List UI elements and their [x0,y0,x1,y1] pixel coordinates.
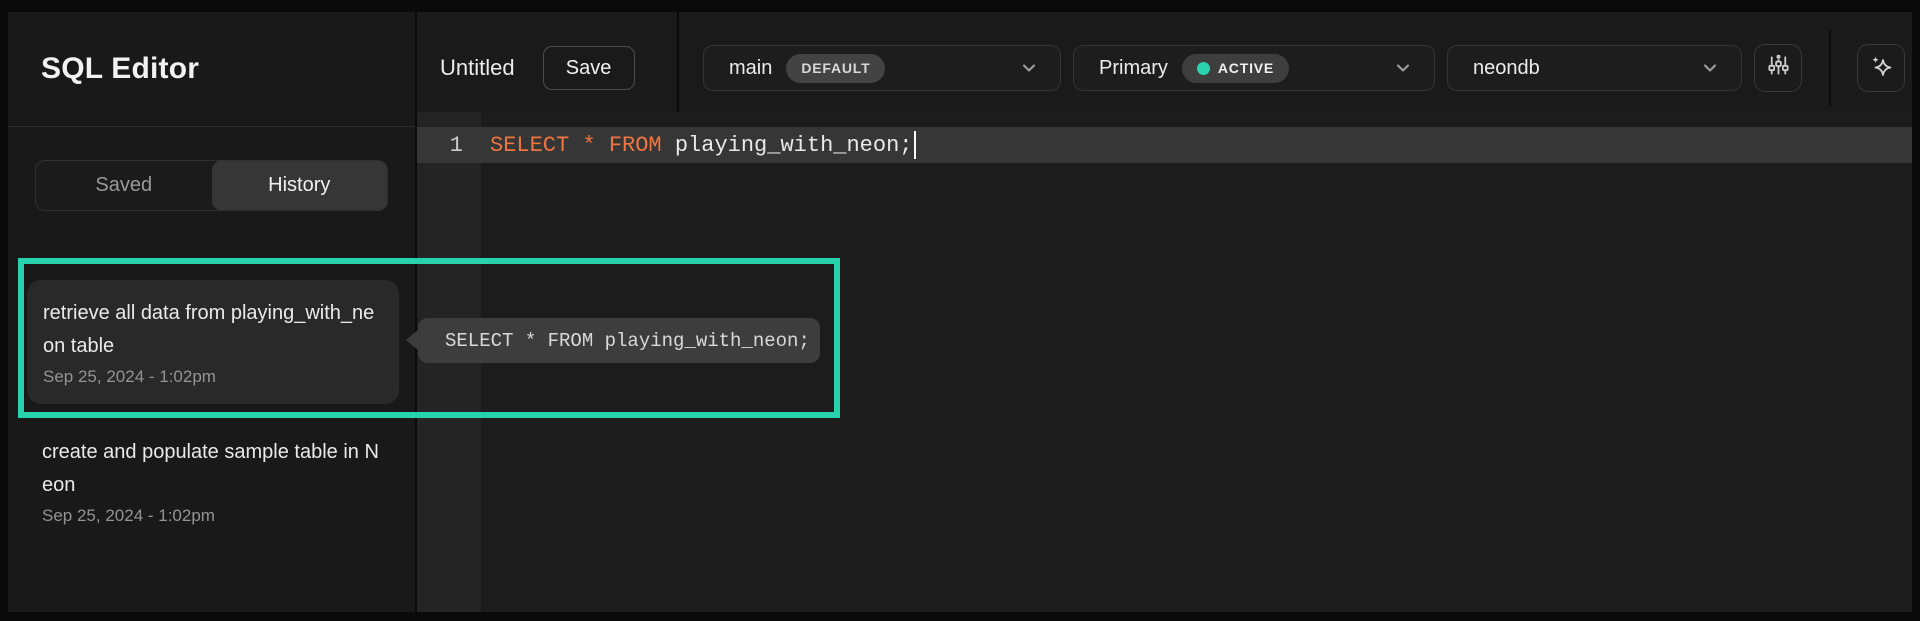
history-item-title: create and populate sample table in Neon [42,436,387,502]
line-number: 1 [417,133,481,158]
database-select-value: neondb [1473,57,1540,80]
chevron-down-icon [1394,59,1412,77]
query-preview-tooltip: SELECT * FROM playing_with_neon; [418,318,820,363]
chevron-down-icon [1020,59,1038,77]
database-select[interactable]: neondb [1447,45,1742,91]
default-badge: DEFAULT [786,54,885,83]
status-dot [1197,62,1210,75]
compute-select-value: Primary [1099,57,1168,80]
sql-keyword: FROM [609,133,675,158]
page-title: SQL Editor [41,52,199,86]
sliders-icon [1766,53,1791,83]
history-item-title: retrieve all data from playing_with_neon… [43,297,383,363]
tab-saved[interactable]: Saved [36,161,212,210]
history-item[interactable]: create and populate sample table in Neon… [42,436,387,526]
code-text: SELECT * FROM playing_with_neon; [490,131,916,159]
ai-assistant-button[interactable] [1857,44,1905,92]
branch-select[interactable]: main DEFAULT [703,45,1061,91]
sql-star: * [582,133,608,158]
history-item-timestamp: Sep 25, 2024 - 1:02pm [43,367,383,387]
history-item-selected[interactable]: retrieve all data from playing_with_neon… [27,280,399,404]
branch-select-value: main [729,57,772,80]
sparkle-icon [1868,53,1894,84]
sql-keyword: SELECT [490,133,582,158]
compute-select[interactable]: Primary ACTIVE [1073,45,1435,91]
sidebar: SQL Editor Saved History retrieve all da… [8,12,415,612]
sql-identifier: playing_with_neon; [675,133,913,158]
chevron-down-icon [1701,59,1719,77]
tab-history[interactable]: History [212,161,388,210]
code-line-1: 1 SELECT * FROM playing_with_neon; [417,127,1912,163]
document-group: Untitled Save [417,24,677,112]
history-item-timestamp: Sep 25, 2024 - 1:02pm [42,506,387,526]
toolbar-divider [1829,30,1831,106]
save-button[interactable]: Save [543,46,635,90]
text-cursor [914,131,916,159]
sidebar-header: SQL Editor [8,12,415,127]
active-badge: ACTIVE [1182,54,1289,83]
editor-settings-button[interactable] [1754,44,1802,92]
toolbar-controls: main DEFAULT Primary ACTIVE neondb [679,30,1912,106]
editor-toolbar: Untitled Save main DEFAULT Primary ACTIV… [417,12,1912,112]
sidebar-tabs: Saved History [35,160,388,211]
active-badge-label: ACTIVE [1218,60,1274,76]
document-title: Untitled [440,55,515,81]
